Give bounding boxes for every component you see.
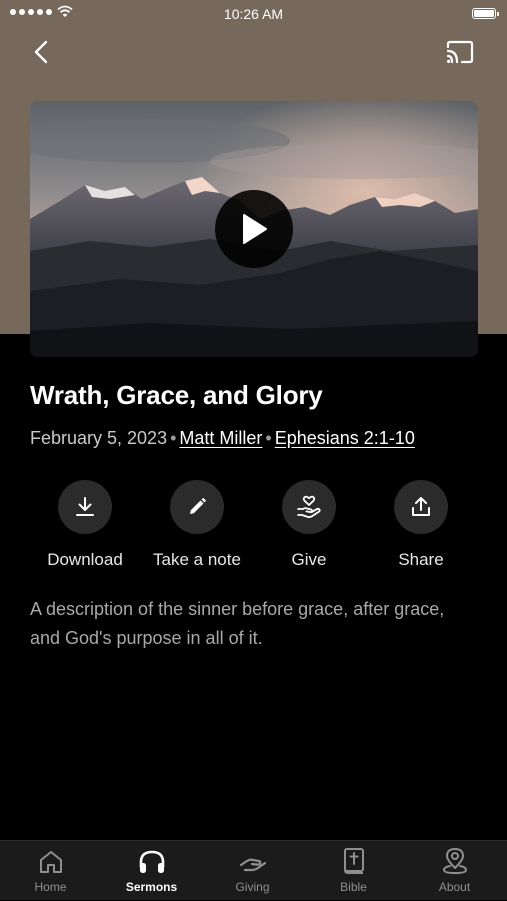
- sermon-description: A description of the sinner before grace…: [30, 599, 445, 648]
- cast-button[interactable]: [442, 36, 478, 68]
- give-circle: [282, 480, 336, 534]
- sermon-title: Wrath, Grace, and Glory: [30, 380, 323, 410]
- sermon-video-thumbnail[interactable]: [30, 101, 478, 357]
- tab-home-label: Home: [34, 880, 67, 894]
- separator-dot: •: [265, 428, 272, 448]
- tab-bible-label: Bible: [340, 880, 367, 894]
- take-note-label: Take a note: [153, 550, 241, 569]
- tab-about-label: About: [438, 880, 471, 894]
- action-row: Download Take a note Give Share: [29, 480, 477, 575]
- sermon-meta: February 5, 2023 • Matt Miller • Ephesians 2…: [30, 428, 500, 449]
- tab-giving-label: Giving: [235, 880, 270, 894]
- status-bar: 10:26 AM: [0, 0, 507, 28]
- give-button[interactable]: Give: [253, 480, 365, 570]
- take-note-circle: [170, 480, 224, 534]
- speaker-link[interactable]: Matt Miller: [179, 428, 262, 448]
- scripture-link[interactable]: Ephesians 2:1-10: [275, 428, 415, 448]
- play-button[interactable]: [215, 190, 293, 268]
- giving-hand-icon: [239, 858, 266, 872]
- headphones-icon: [139, 850, 164, 873]
- battery-icon: [472, 8, 499, 19]
- tab-sermons[interactable]: Sermons: [101, 841, 202, 901]
- hand-heart-icon: [297, 495, 321, 518]
- back-button[interactable]: [26, 36, 56, 68]
- play-icon: [243, 214, 267, 244]
- home-icon: [39, 851, 62, 873]
- chevron-left-icon: [34, 40, 48, 64]
- download-icon: [76, 497, 94, 516]
- share-label: Share: [398, 550, 444, 569]
- share-button[interactable]: Share: [365, 480, 477, 570]
- tab-about[interactable]: About: [404, 841, 505, 901]
- pencil-icon: [190, 498, 206, 514]
- download-button[interactable]: Download: [29, 480, 141, 570]
- cast-icon: [446, 40, 474, 64]
- tab-bar: Home Sermons Giving Bible About: [0, 840, 507, 900]
- separator-dot: •: [170, 428, 177, 448]
- share-circle: [394, 480, 448, 534]
- tab-sermons-label: Sermons: [125, 880, 178, 894]
- sermon-date: February 5, 2023: [30, 428, 168, 448]
- give-label: Give: [291, 550, 327, 569]
- share-icon: [412, 497, 430, 516]
- tab-giving[interactable]: Giving: [202, 841, 303, 901]
- bible-icon: [343, 848, 364, 874]
- download-circle: [58, 480, 112, 534]
- take-note-button[interactable]: Take a note: [141, 480, 253, 570]
- status-time: 10:26 AM: [223, 6, 284, 22]
- tab-home[interactable]: Home: [0, 841, 101, 901]
- location-pin-icon: [442, 848, 467, 875]
- download-label: Download: [47, 550, 123, 569]
- tab-bible[interactable]: Bible: [303, 841, 404, 901]
